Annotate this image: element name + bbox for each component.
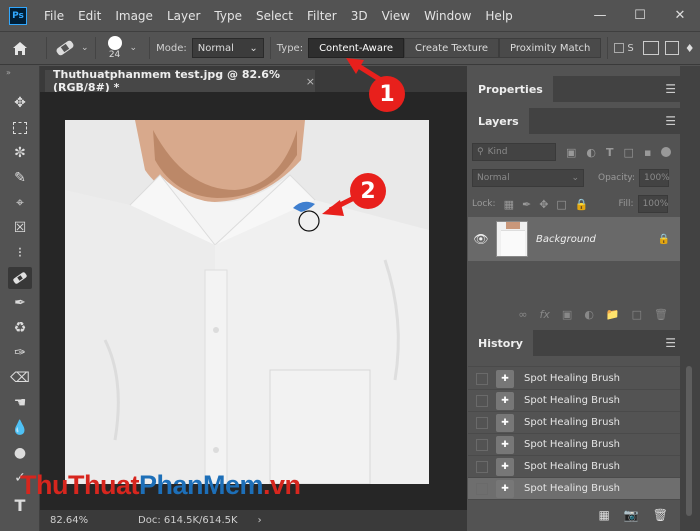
watermark-part: Thu [20,470,68,500]
callout-1: 1 [369,76,405,112]
watermark-part: .vn [263,470,301,500]
watermark-part: Thuat [67,470,140,500]
watermark-logo: ThuThuatPhanMem.vn [20,470,301,501]
watermark-part: PhanMem [138,470,264,500]
callout-2: 2 [350,173,386,209]
annotation-arrows [322,58,386,216]
